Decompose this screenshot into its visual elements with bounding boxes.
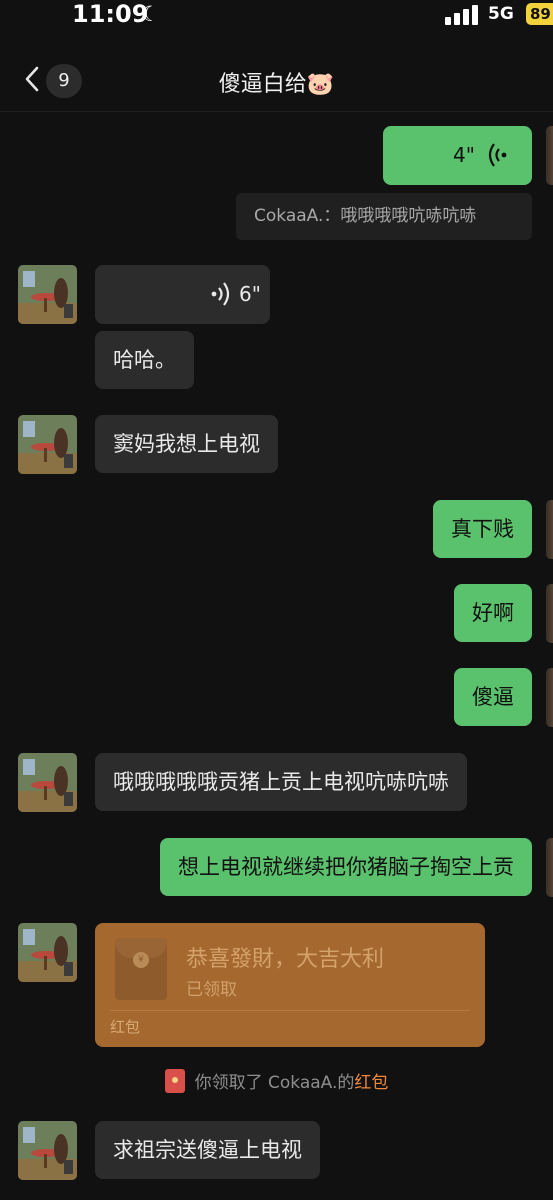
voice-message-incoming[interactable]: 6"	[95, 265, 270, 324]
my-avatar[interactable]	[546, 838, 553, 897]
red-packet-message[interactable]: ¥ 恭喜發財，大吉大利 已领取 红包	[95, 923, 485, 1047]
my-avatar[interactable]	[546, 126, 553, 185]
quoted-message[interactable]: CokaaA.：哦哦哦哦吭哧吭哧	[236, 193, 532, 240]
message-outgoing[interactable]: 好啊	[454, 584, 532, 642]
moon-icon: ☾	[141, 2, 160, 26]
status-time: 11:09	[72, 0, 149, 28]
voice-message-outgoing[interactable]: 4"	[383, 126, 532, 185]
message-incoming[interactable]: 求祖宗送傻逼上电视	[95, 1121, 320, 1179]
voice-wave-icon	[488, 143, 507, 167]
message-outgoing[interactable]: 真下贱	[433, 500, 532, 558]
contact-avatar[interactable]	[18, 415, 77, 474]
message-incoming[interactable]: 哦哦哦哦哦贡猪上贡上电视吭哧吭哧	[95, 753, 467, 811]
message-incoming[interactable]: 窦妈我想上电视	[95, 415, 278, 473]
my-avatar[interactable]	[546, 500, 553, 559]
divider	[110, 1010, 470, 1011]
my-avatar[interactable]	[546, 584, 553, 643]
network-type: 5G	[488, 4, 514, 24]
voice-duration: 6"	[239, 282, 261, 306]
status-bar: 11:09 ☾ 5G 89	[0, 0, 553, 34]
contact-avatar[interactable]	[18, 753, 77, 812]
red-packet-icon	[164, 1069, 185, 1093]
message-incoming[interactable]: 哈哈。	[95, 331, 194, 389]
red-packet-label: 红包	[110, 1018, 141, 1036]
my-avatar[interactable]	[546, 668, 553, 727]
contact-avatar[interactable]	[18, 1121, 77, 1180]
voice-duration: 4"	[453, 143, 475, 167]
chat-title[interactable]: 傻逼白给🐷	[0, 66, 553, 98]
system-message-text: 你领取了 CokaaA.的	[194, 1073, 355, 1093]
message-outgoing[interactable]: 想上电视就继续把你猪脑子掏空上贡	[160, 838, 532, 896]
message-outgoing[interactable]: 傻逼	[454, 668, 532, 726]
signal-icon	[445, 5, 479, 25]
red-packet-link[interactable]: 红包	[354, 1073, 388, 1093]
red-packet-icon: ¥	[115, 938, 167, 1000]
contact-avatar[interactable]	[18, 265, 77, 324]
battery-icon: 89	[526, 3, 553, 25]
chat-header: 9 傻逼白给🐷	[0, 50, 553, 112]
voice-wave-icon	[211, 282, 230, 306]
contact-avatar[interactable]	[18, 923, 77, 982]
system-message: 你领取了 CokaaA.的红包	[0, 1068, 553, 1093]
red-packet-title: 恭喜發財，大吉大利	[186, 947, 385, 972]
red-packet-status: 已领取	[186, 980, 237, 1000]
